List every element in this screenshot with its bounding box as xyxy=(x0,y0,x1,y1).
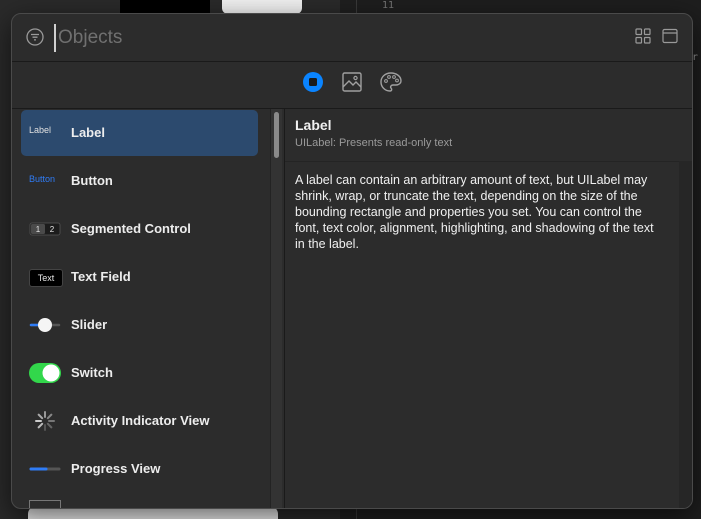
segment-2-text: 2 xyxy=(50,225,55,234)
object-list: Label Label Button Button 1 2 Segmented … xyxy=(12,109,282,508)
color-palette-tab-icon[interactable] xyxy=(379,70,403,94)
list-item-title: Activity Indicator View xyxy=(71,413,210,428)
segmented-control-thumbnail-icon: 1 2 xyxy=(29,222,61,236)
background-black-block xyxy=(120,0,210,14)
list-item-activity-indicator[interactable]: Activity Indicator View xyxy=(21,398,258,444)
list-item-title: Segmented Control xyxy=(71,221,191,236)
detail-description: A label can contain an arbitrary amount … xyxy=(295,173,654,251)
background-white-block xyxy=(222,0,302,14)
list-item-title: Slider xyxy=(71,317,108,332)
detail-pane-icon[interactable] xyxy=(662,28,678,44)
text-field-thumbnail-icon: Text xyxy=(29,269,63,287)
detail-pane: Label UILabel: Presents read-only text A… xyxy=(284,109,692,508)
detail-subtitle: UILabel: Presents read-only text xyxy=(295,137,453,149)
slider-thumbnail-icon xyxy=(29,318,61,332)
segment-1-text: 1 xyxy=(36,225,41,234)
list-item-progress-view[interactable]: Progress View xyxy=(21,446,258,492)
progress-view-thumbnail-icon xyxy=(29,467,61,471)
label-thumbnail-icon: Label xyxy=(29,125,52,135)
library-tab-bar xyxy=(12,62,692,109)
list-item-partial[interactable] xyxy=(21,494,258,508)
search-bar xyxy=(12,14,692,62)
background-line-number: 11 xyxy=(382,0,395,11)
detail-title: Label xyxy=(295,117,332,133)
list-item-title: Progress View xyxy=(71,461,161,476)
switch-thumbnail-icon xyxy=(29,363,61,383)
list-item-title: Button xyxy=(71,173,113,188)
list-item-label[interactable]: Label Label xyxy=(21,110,258,156)
list-item-slider[interactable]: Slider xyxy=(21,302,258,348)
media-tab-icon[interactable] xyxy=(340,70,364,94)
list-item-segmented-control[interactable]: 1 2 Segmented Control xyxy=(21,206,258,252)
list-item-title: Switch xyxy=(71,365,113,380)
list-scrollbar-thumb[interactable] xyxy=(274,112,279,158)
filter-icon[interactable] xyxy=(26,28,44,46)
detail-header: Label UILabel: Presents read-only text xyxy=(285,109,692,162)
list-item-title: Text Field xyxy=(71,269,131,284)
detail-scroll-track xyxy=(679,161,692,508)
button-thumbnail-icon: Button xyxy=(29,174,56,184)
objects-tab-icon[interactable] xyxy=(301,70,325,94)
grid-view-icon[interactable] xyxy=(635,28,651,44)
search-input[interactable] xyxy=(54,24,600,52)
list-scrollbar[interactable] xyxy=(270,109,282,508)
list-item-button[interactable]: Button Button xyxy=(21,158,258,204)
object-library-popover: Label Label Button Button 1 2 Segmented … xyxy=(11,13,693,509)
list-item-text-field[interactable]: Text Text Field xyxy=(21,254,258,300)
list-item-title: Label xyxy=(71,125,105,140)
list-item-switch[interactable]: Switch xyxy=(21,350,258,396)
activity-indicator-thumbnail-icon xyxy=(35,411,55,431)
partial-thumbnail-icon xyxy=(29,500,61,508)
